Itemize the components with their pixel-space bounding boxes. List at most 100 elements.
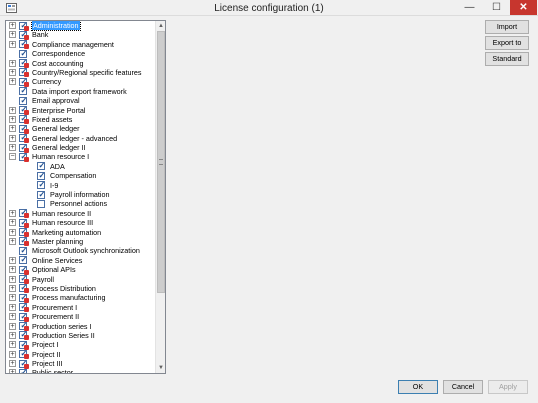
expand-icon[interactable]: + [9, 40, 16, 48]
expand-icon[interactable]: + [9, 341, 16, 349]
license-checkbox[interactable]: ✓ [19, 274, 29, 285]
tree-row[interactable]: +✓Project III [6, 359, 156, 369]
license-checkbox[interactable]: ✓ [37, 180, 45, 190]
expand-icon[interactable]: + [9, 22, 16, 29]
cancel-button[interactable]: Cancel [443, 380, 483, 394]
tree-row[interactable]: +✓Process Distribution [6, 283, 156, 294]
expand-icon[interactable]: + [9, 360, 16, 368]
license-checkbox[interactable]: ✓ [19, 77, 29, 87]
license-checkbox[interactable] [37, 199, 45, 208]
license-checkbox[interactable]: ✓ [19, 340, 29, 350]
license-checkbox[interactable]: ✓ [19, 21, 29, 31]
license-checkbox[interactable]: ✓ [19, 330, 29, 341]
license-checkbox[interactable]: ✓ [19, 67, 29, 78]
license-checkbox[interactable]: ✓ [19, 39, 29, 50]
tree-row[interactable]: +✓Marketing automation [6, 227, 156, 238]
license-checkbox[interactable]: ✓ [19, 359, 29, 369]
expand-icon[interactable]: + [9, 275, 16, 283]
scroll-up-icon[interactable]: ▲ [156, 21, 165, 31]
license-checkbox[interactable]: ✓ [19, 143, 29, 153]
license-checkbox[interactable]: ✓ [19, 302, 29, 313]
expand-icon[interactable]: + [9, 284, 16, 292]
close-button[interactable]: ✕ [510, 0, 537, 15]
expand-icon[interactable]: + [9, 266, 16, 274]
expand-icon[interactable]: + [9, 115, 16, 123]
tree-row[interactable]: +✓Procurement I [6, 302, 156, 313]
expand-icon[interactable]: + [9, 209, 16, 217]
expand-icon[interactable]: + [9, 256, 16, 264]
tree-scrollbar[interactable]: ▲ ▼ [155, 21, 165, 373]
tree-row[interactable]: +✓Cost accounting [6, 58, 156, 69]
license-checkbox[interactable]: ✓ [19, 321, 29, 331]
maximize-button[interactable]: ☐ [483, 0, 510, 15]
expand-icon[interactable]: + [9, 303, 16, 311]
license-checkbox[interactable]: ✓ [19, 265, 29, 275]
tree-row[interactable]: +✓General ledger - advanced [6, 133, 156, 144]
tree-row[interactable]: +✓Fixed assets [6, 114, 156, 125]
license-checkbox[interactable]: ✓ [19, 227, 29, 238]
expand-icon[interactable]: + [9, 369, 16, 373]
expand-icon[interactable]: + [9, 125, 16, 133]
license-checkbox[interactable]: ✓ [19, 133, 29, 144]
tree-row[interactable]: +✓Project II [6, 349, 156, 360]
export-to-button[interactable]: Export to [485, 36, 529, 50]
expand-icon[interactable]: + [9, 294, 16, 302]
expand-icon[interactable]: + [9, 228, 16, 236]
license-checkbox[interactable]: ✓ [19, 293, 29, 303]
expand-icon[interactable]: + [9, 350, 16, 358]
license-checkbox[interactable]: ✓ [19, 349, 29, 360]
tree-row[interactable]: + ✓ Administration [6, 21, 156, 32]
expand-icon[interactable]: + [9, 219, 16, 227]
license-checkbox[interactable]: ✓ [37, 161, 45, 171]
license-checkbox[interactable]: ✓ [19, 124, 29, 134]
license-checkbox[interactable]: ✓ [19, 49, 27, 58]
license-checkbox[interactable]: ✓ [19, 312, 29, 322]
expand-icon[interactable]: + [9, 331, 16, 339]
license-checkbox[interactable]: ✓ [19, 96, 27, 105]
tree-row[interactable]: + ✓ Public sector [6, 368, 156, 373]
tree-row[interactable]: +✓Production series I [6, 321, 156, 331]
expand-icon[interactable]: + [9, 68, 16, 76]
license-checkbox[interactable]: ✓ [19, 152, 29, 162]
expand-icon[interactable]: + [9, 78, 16, 86]
import-button[interactable]: Import [485, 20, 529, 34]
tree-row[interactable]: +✓Human resource II [6, 208, 156, 219]
scroll-down-icon[interactable]: ▼ [156, 363, 165, 373]
tree-row[interactable]: ✓ I-9 [6, 180, 156, 190]
minimize-button[interactable]: — [456, 0, 483, 15]
tree-row[interactable]: Personnel actions [6, 199, 156, 208]
tree-row[interactable]: +✓General ledger II [6, 143, 156, 153]
tree-row[interactable]: +✓Country/Regional specific features [6, 67, 156, 78]
collapse-icon[interactable]: − [9, 153, 16, 161]
license-checkbox[interactable]: ✓ [19, 114, 29, 125]
tree-row[interactable]: +✓Compliance management [6, 39, 156, 50]
tree-row[interactable]: +✓Bank [6, 30, 156, 40]
tree-row[interactable]: ✓ Compensation [6, 171, 156, 180]
expand-icon[interactable]: + [9, 106, 16, 114]
tree-row[interactable]: +✓Master planning [6, 236, 156, 247]
tree-row[interactable]: +✓General ledger [6, 124, 156, 134]
expand-icon[interactable]: + [9, 237, 16, 245]
tree-row[interactable]: −✓Human resource I [6, 152, 156, 162]
license-checkbox[interactable]: ✓ [19, 105, 29, 116]
tree-row[interactable]: ✓ Email approval [6, 96, 156, 105]
tree-row[interactable]: +✓Process manufacturing [6, 293, 156, 303]
license-checkbox[interactable]: ✓ [19, 208, 29, 219]
tree-row[interactable]: +✓Procurement II [6, 312, 156, 322]
tree-row[interactable]: +✓Enterprise Portal [6, 105, 156, 116]
license-tree[interactable]: +✓Administration+✓Bank+✓Compliance manag… [5, 20, 166, 374]
tree-row[interactable]: ✓ Payroll information [6, 190, 156, 199]
expand-icon[interactable]: + [9, 322, 16, 330]
expand-icon[interactable]: + [9, 134, 16, 142]
tree-row[interactable]: ✓ Correspondence [6, 49, 156, 58]
tree-row[interactable]: +✓Production Series II [6, 330, 156, 341]
license-checkbox[interactable]: ✓ [37, 190, 45, 199]
expand-icon[interactable]: + [9, 313, 16, 321]
tree-row[interactable]: +✓Project I [6, 340, 156, 350]
tree-row[interactable]: ✓ Microsoft Outlook synchronization [6, 246, 156, 255]
license-checkbox[interactable]: ✓ [19, 86, 27, 96]
scroll-thumb[interactable] [157, 31, 165, 293]
tree-row[interactable]: +✓Payroll [6, 274, 156, 285]
tree-row[interactable]: +✓Currency [6, 77, 156, 87]
license-checkbox[interactable]: ✓ [19, 246, 27, 255]
